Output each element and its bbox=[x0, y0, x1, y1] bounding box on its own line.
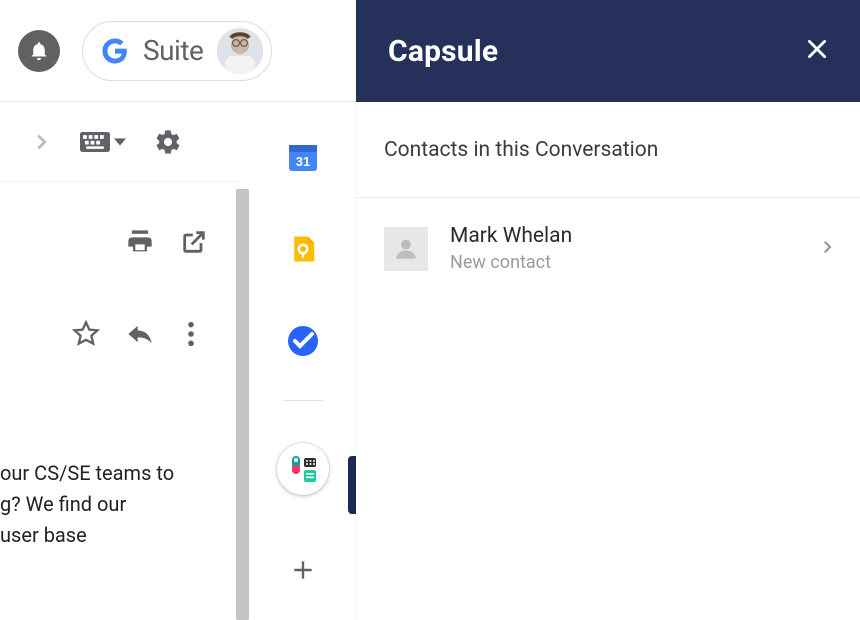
account-avatar[interactable] bbox=[217, 28, 263, 74]
contact-avatar-placeholder-icon bbox=[384, 227, 428, 271]
gmail-topbar: Suite bbox=[0, 0, 356, 102]
body-line: our CS/SE teams to bbox=[0, 458, 211, 489]
chevron-right-icon bbox=[818, 238, 836, 260]
print-icon[interactable] bbox=[126, 228, 154, 256]
chevron-right-icon[interactable] bbox=[30, 131, 52, 153]
svg-text:31: 31 bbox=[295, 154, 309, 169]
email-body-fragment: our CS/SE teams to g? We find our user b… bbox=[0, 458, 215, 551]
star-icon[interactable] bbox=[72, 320, 100, 348]
add-addon-icon[interactable] bbox=[286, 553, 320, 587]
rail-separator bbox=[283, 400, 323, 401]
body-line: user base bbox=[0, 520, 211, 551]
calendar-icon[interactable]: 31 bbox=[286, 140, 320, 174]
close-icon[interactable] bbox=[804, 36, 830, 66]
google-g-icon bbox=[101, 37, 129, 65]
input-tools-button[interactable] bbox=[80, 131, 126, 153]
capsule-panel-title: Capsule bbox=[388, 34, 498, 69]
tasks-icon[interactable] bbox=[286, 324, 320, 358]
open-in-new-icon[interactable] bbox=[180, 228, 208, 256]
contact-text: Mark Whelan New contact bbox=[450, 224, 796, 273]
contact-subtitle: New contact bbox=[450, 252, 796, 273]
gsuite-badge[interactable]: Suite bbox=[82, 21, 272, 81]
contact-name: Mark Whelan bbox=[450, 224, 796, 248]
active-addon-marker bbox=[348, 456, 356, 514]
capsule-panel-header: Capsule bbox=[356, 0, 860, 102]
message-actions-row-2 bbox=[0, 304, 240, 364]
message-actions-row-1 bbox=[0, 212, 240, 272]
notifications-bell-icon[interactable] bbox=[18, 30, 60, 72]
body-line: g? We find our bbox=[0, 489, 211, 520]
capsule-panel: Capsule Contacts in this Conversation Ma… bbox=[356, 0, 860, 620]
google-side-rail: 31 bbox=[249, 102, 356, 620]
gmail-toolbar bbox=[0, 102, 240, 182]
reply-icon[interactable] bbox=[126, 320, 154, 348]
settings-gear-icon[interactable] bbox=[154, 128, 182, 156]
capsule-addon-icon[interactable] bbox=[277, 443, 329, 495]
keep-icon[interactable] bbox=[286, 232, 320, 266]
suite-label: Suite bbox=[143, 34, 203, 67]
more-vert-icon[interactable] bbox=[180, 320, 202, 348]
contact-row[interactable]: Mark Whelan New contact bbox=[356, 198, 860, 299]
contacts-section-title: Contacts in this Conversation bbox=[356, 102, 860, 198]
vertical-scrollbar[interactable] bbox=[236, 189, 249, 620]
